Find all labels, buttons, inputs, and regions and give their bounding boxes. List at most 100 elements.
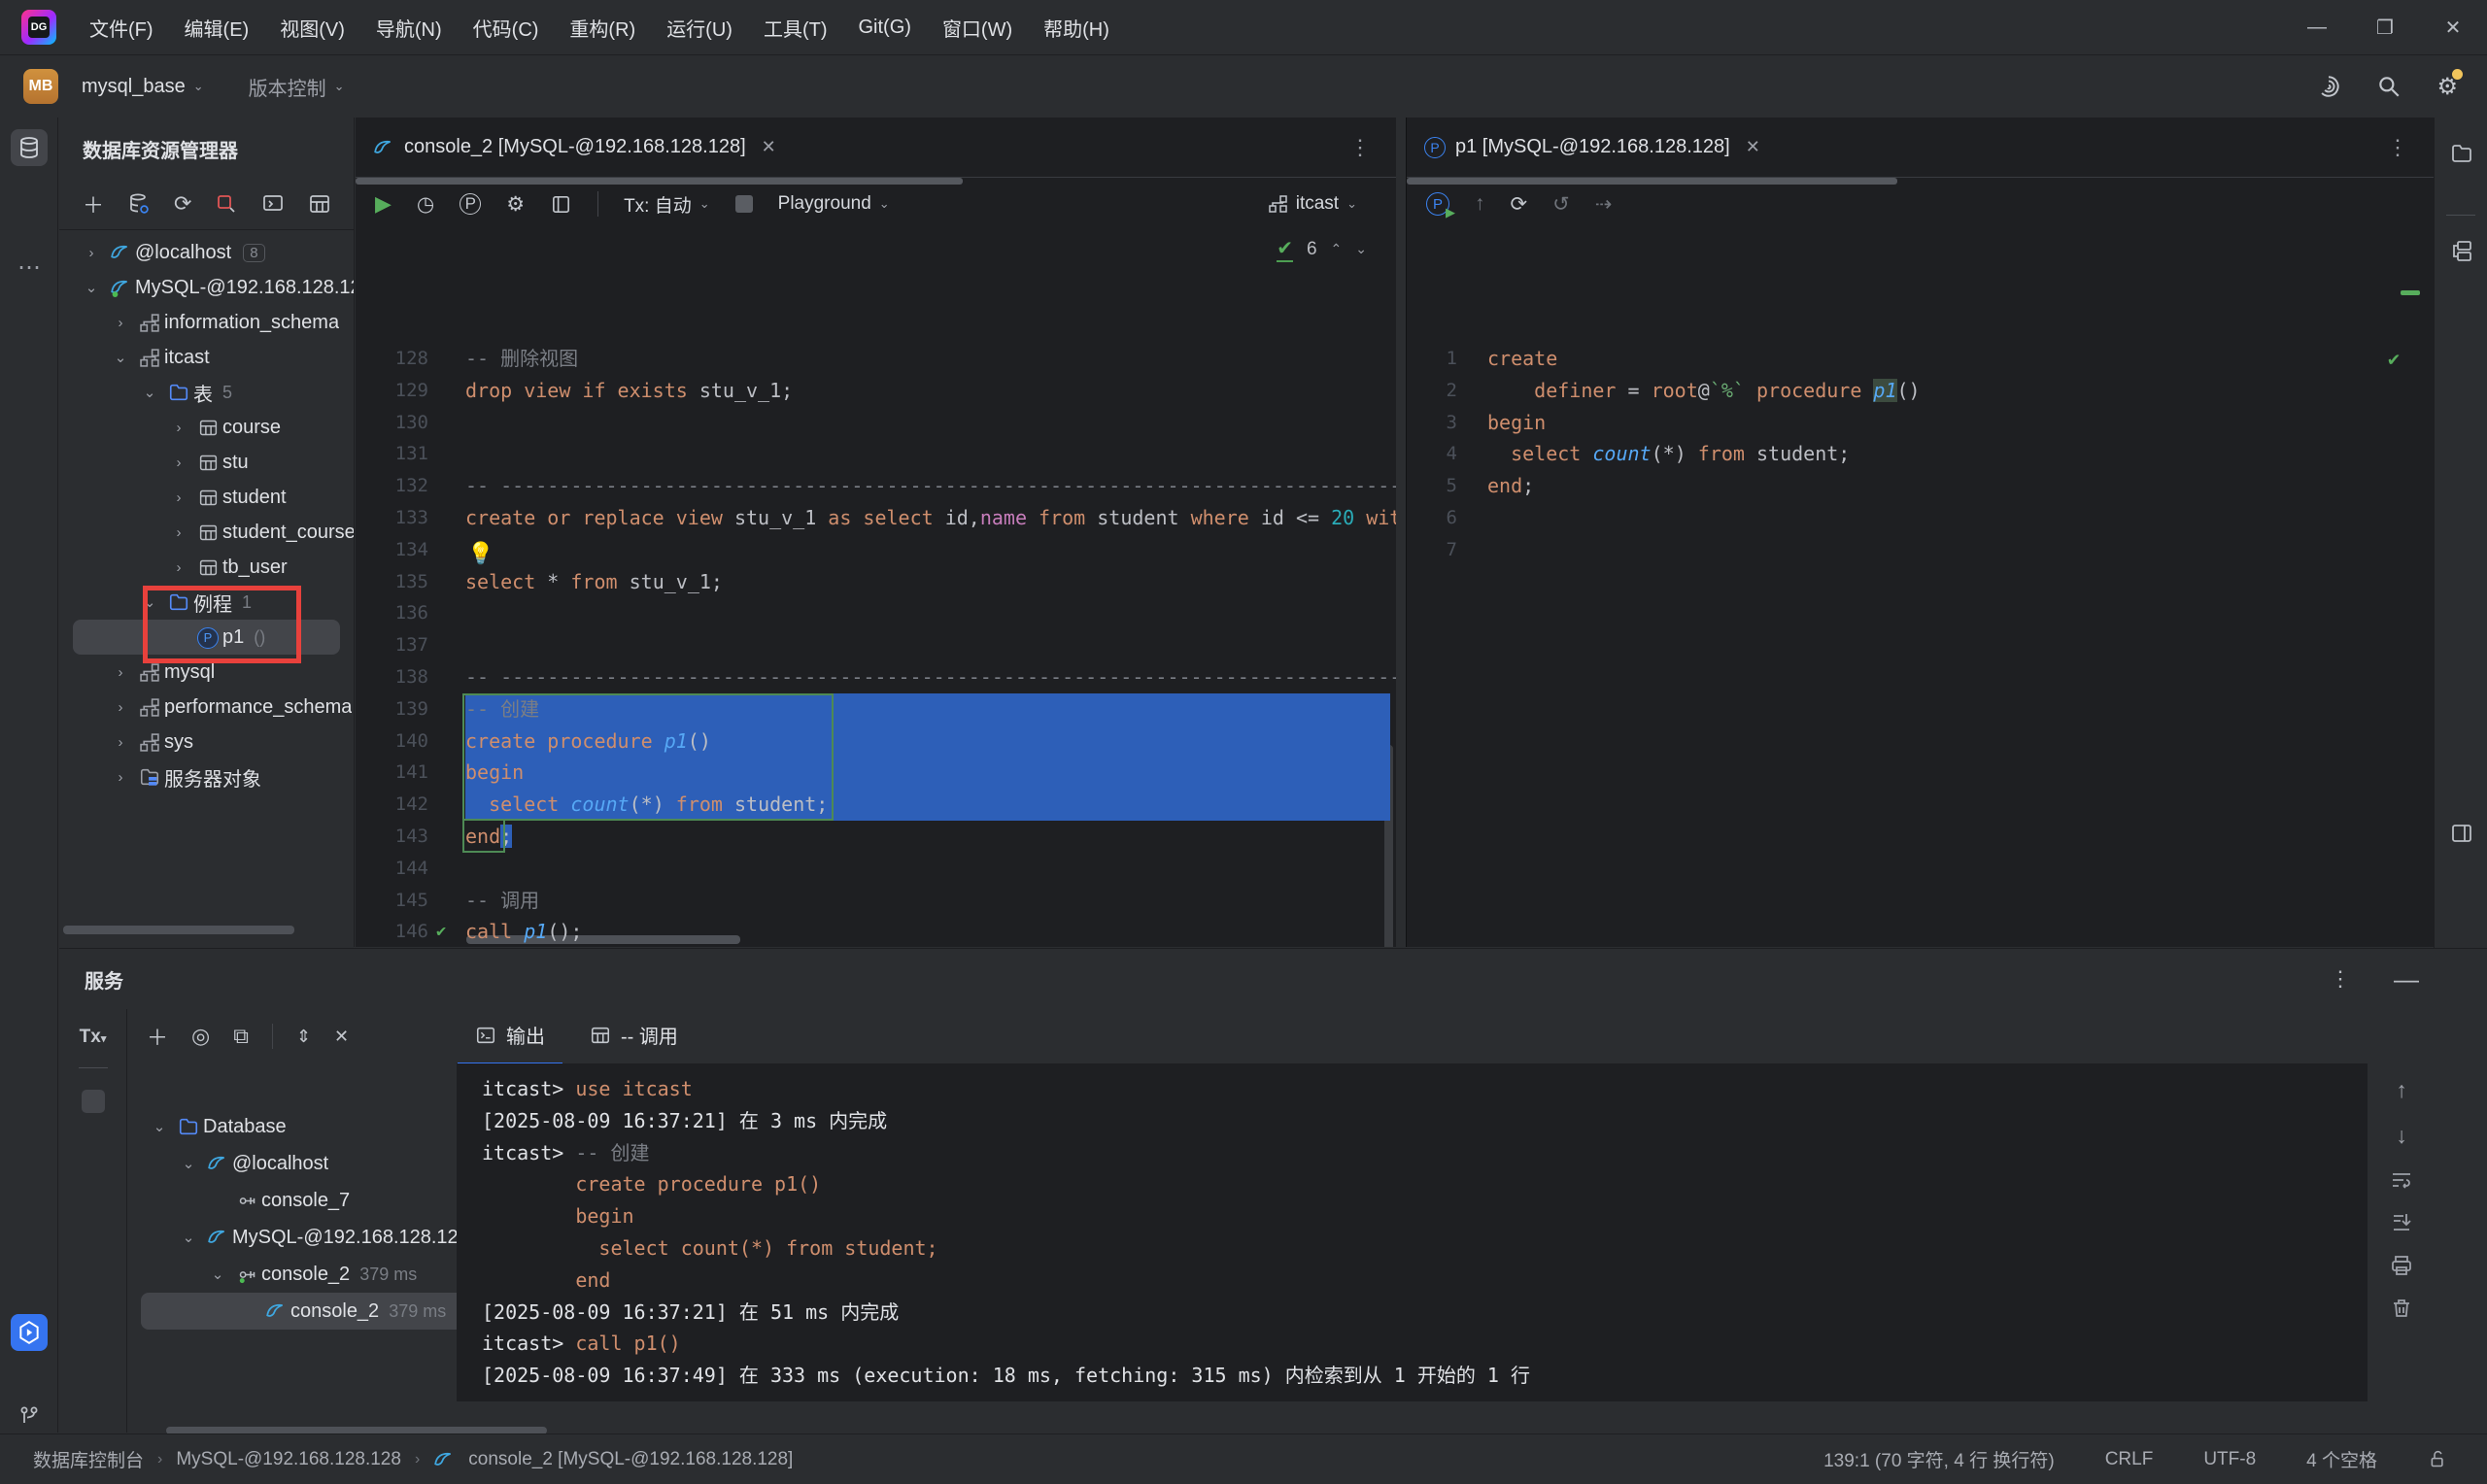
datasource-settings-icon[interactable] <box>127 192 151 216</box>
next-problem-icon[interactable]: ⌄ <box>1355 241 1367 257</box>
structure-tool-window-button[interactable] <box>2443 232 2480 269</box>
tab-close-icon[interactable]: ✕ <box>762 137 776 157</box>
maximize-button[interactable]: ❐ <box>2351 0 2419 54</box>
jump-to-console-icon[interactable] <box>261 192 285 216</box>
open-each-in-new-tab-icon[interactable]: ⧉ <box>233 1024 249 1049</box>
add-datasource-icon[interactable]: ＋ <box>83 188 104 219</box>
tree-item-stu[interactable]: ›stu <box>59 445 354 480</box>
menu-窗口W[interactable]: 窗口(W) <box>927 8 1028 48</box>
tree-item-例程[interactable]: ⌄例程1 <box>59 585 354 620</box>
expand-chevron-icon[interactable]: ⌄ <box>174 1155 203 1172</box>
tabbar-scroll-indicator[interactable] <box>1407 178 1897 185</box>
expand-chevron-icon[interactable]: ⌄ <box>203 1265 232 1283</box>
expand-chevron-icon[interactable]: › <box>164 455 193 471</box>
menu-导航N[interactable]: 导航(N) <box>360 8 458 48</box>
expand-chevron-icon[interactable]: › <box>164 420 193 436</box>
tab-close-icon[interactable]: ✕ <box>1746 137 1760 157</box>
explorer-hscrollbar[interactable] <box>63 926 294 934</box>
disconnect-icon[interactable] <box>215 192 238 216</box>
services-minimize-icon[interactable]: — <box>2394 964 2419 995</box>
git-tool-window-button[interactable] <box>11 1398 48 1434</box>
breadcrumb-item[interactable]: 数据库控制台 <box>33 1446 144 1472</box>
run-procedure-icon[interactable]: P▶ <box>1426 192 1449 216</box>
tree-item-sys[interactable]: ›sys <box>59 725 354 759</box>
expand-all-icon[interactable]: ⇕ <box>296 1027 311 1047</box>
expand-chevron-icon[interactable]: › <box>164 489 193 506</box>
menu-工具T[interactable]: 工具(T) <box>748 8 843 48</box>
output-console[interactable]: itcast> use itcast[2025-08-09 16:37:21] … <box>457 1063 2368 1401</box>
editor-left-code[interactable]: 128-- 删除视图129drop view if exists stu_v_1… <box>356 343 1396 947</box>
table-view-icon[interactable] <box>308 192 331 216</box>
tree-item-console_2[interactable]: console_2379 ms <box>141 1293 502 1330</box>
services-menu-kebab-icon[interactable]: ⋮ <box>2330 966 2351 992</box>
scroll-down-icon[interactable]: ↓ <box>2396 1123 2407 1149</box>
in-editor-results-icon[interactable] <box>550 193 572 216</box>
refresh-icon[interactable]: ⟳ <box>174 191 191 217</box>
parameters-icon[interactable]: P <box>460 193 481 215</box>
tx-mode-selector[interactable]: Tx: 自动⌄ <box>624 191 710 218</box>
tree-item-student[interactable]: ›student <box>59 480 354 515</box>
files-tool-window-button[interactable] <box>2443 135 2480 172</box>
expand-chevron-icon[interactable]: › <box>106 699 135 716</box>
database-tool-window-button[interactable] <box>11 129 48 166</box>
ai-assistant-icon[interactable] <box>2316 74 2341 99</box>
vcs-selector[interactable]: 版本控制⌄ <box>239 67 355 107</box>
scroll-to-end-icon[interactable] <box>2390 1211 2413 1234</box>
history-icon[interactable]: ◷ <box>417 192 434 217</box>
expand-chevron-icon[interactable]: ⌄ <box>174 1229 203 1246</box>
tree-item-course[interactable]: ›course <box>59 410 354 445</box>
expand-chevron-icon[interactable]: › <box>106 664 135 681</box>
tree-item-information_schema[interactable]: ›information_schema <box>59 305 354 340</box>
collapse-all-icon[interactable]: ✕ <box>334 1027 349 1047</box>
menu-视图V[interactable]: 视图(V) <box>264 8 360 48</box>
breadcrumb-item[interactable]: MySQL-@192.168.128.128 <box>176 1449 401 1470</box>
caret-position[interactable]: 139:1 (70 字符, 4 行 换行符) <box>1823 1446 2055 1472</box>
expand-chevron-icon[interactable]: › <box>77 245 106 261</box>
output-tab---调用[interactable]: -- 调用 <box>572 1009 696 1065</box>
menu-帮助H[interactable]: 帮助(H) <box>1028 8 1125 48</box>
inspection-widget[interactable]: ✔ 6 ⌃ ⌄ <box>1277 236 1367 262</box>
menu-代码C[interactable]: 代码(C) <box>458 8 555 48</box>
settings-gear-icon[interactable]: ⚙ <box>2436 73 2458 101</box>
intention-bulb-icon[interactable]: 💡 <box>467 541 494 566</box>
more-tool-windows-icon[interactable]: ⋯ <box>11 249 48 286</box>
tree-item-tb_user[interactable]: ›tb_user <box>59 550 354 585</box>
minimize-button[interactable]: — <box>2283 0 2351 54</box>
project-icon[interactable]: MB <box>23 69 58 104</box>
print-icon[interactable] <box>2390 1254 2413 1277</box>
project-selector[interactable]: mysql_base⌄ <box>72 70 214 104</box>
tab-console2[interactable]: console_2 [MySQL-@192.168.128.128] ✕ <box>356 118 794 177</box>
readonly-lock-icon[interactable] <box>2428 1449 2448 1469</box>
tree-item-p1[interactable]: Pp1() <box>73 620 340 655</box>
schema-selector[interactable]: itcast⌄ <box>1269 193 1357 215</box>
clear-output-trash-icon[interactable] <box>2390 1297 2413 1320</box>
tree-item-@localhost[interactable]: ›@localhost8 <box>59 235 354 270</box>
tree-item-表[interactable]: ⌄表5 <box>59 375 354 410</box>
tab-p1[interactable]: P p1 [MySQL-@192.168.128.128] ✕ <box>1407 118 1778 177</box>
tree-item-performance_schema[interactable]: ›performance_schema <box>59 690 354 725</box>
output-tab-输出[interactable]: 输出 <box>458 1009 562 1065</box>
layout-tool-window-button[interactable] <box>2443 815 2480 852</box>
menu-重构R[interactable]: 重构(R) <box>554 8 651 48</box>
encoding[interactable]: UTF-8 <box>2203 1449 2256 1470</box>
expand-chevron-icon[interactable]: ⌄ <box>77 279 106 296</box>
add-service-icon[interactable]: ＋ <box>147 1021 168 1052</box>
expand-chevron-icon[interactable]: ⌄ <box>135 593 164 611</box>
expand-chevron-icon[interactable]: › <box>106 769 135 786</box>
expand-chevron-icon[interactable]: ⌄ <box>106 349 135 366</box>
editor-right-tab-menu-icon[interactable]: ⋮ <box>2387 135 2408 160</box>
profile-selector[interactable]: Playground⌄ <box>778 193 890 215</box>
menu-GitG[interactable]: Git(G) <box>843 11 927 45</box>
tree-item-mysql[interactable]: ›mysql <box>59 655 354 690</box>
tabbar-scroll-indicator[interactable] <box>356 178 963 185</box>
editor-right-code[interactable]: 1create✔2 definer = root@`%` procedure p… <box>1407 343 2434 947</box>
menu-文件F[interactable]: 文件(F) <box>74 8 169 48</box>
close-button[interactable]: ✕ <box>2419 0 2487 54</box>
tree-item-student_course[interactable]: ›student_course <box>59 515 354 550</box>
expand-chevron-icon[interactable]: › <box>106 734 135 751</box>
line-ending[interactable]: CRLF <box>2105 1449 2154 1470</box>
editor-left-tab-menu-icon[interactable]: ⋮ <box>1349 135 1371 160</box>
menu-运行U[interactable]: 运行(U) <box>651 8 748 48</box>
soft-wrap-icon[interactable] <box>2390 1168 2413 1192</box>
prev-problem-icon[interactable]: ⌃ <box>1331 241 1343 257</box>
